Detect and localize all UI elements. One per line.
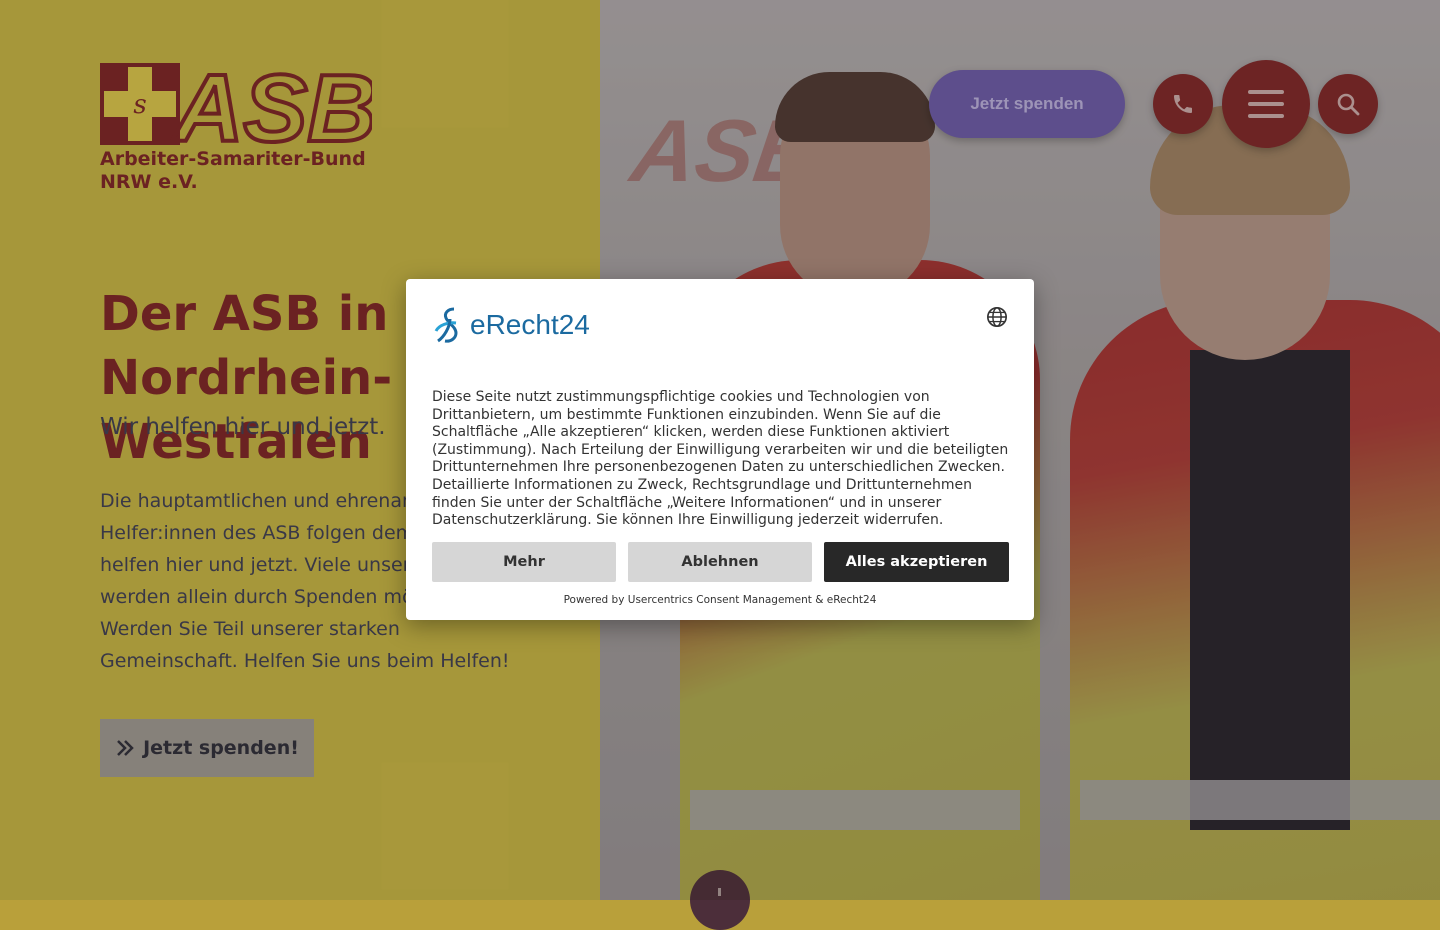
cookie-consent-dialog: eRecht24 Diese Seite nutzt zustimmungspf… (406, 279, 1034, 620)
erecht24-wordmark: eRecht24 (470, 309, 590, 340)
erecht24-logo-mark (434, 307, 458, 343)
globe-icon[interactable] (986, 306, 1008, 328)
erecht24-logo: eRecht24 (432, 305, 590, 345)
deny-button[interactable]: Ablehnen (628, 542, 812, 582)
more-button[interactable]: Mehr (432, 542, 616, 582)
accept-all-button[interactable]: Alles akzeptieren (824, 542, 1009, 582)
consent-text: Diese Seite nutzt zustimmungspflichtige … (432, 389, 1009, 529)
powered-by-text[interactable]: Powered by Usercentrics Consent Manageme… (406, 594, 1034, 606)
